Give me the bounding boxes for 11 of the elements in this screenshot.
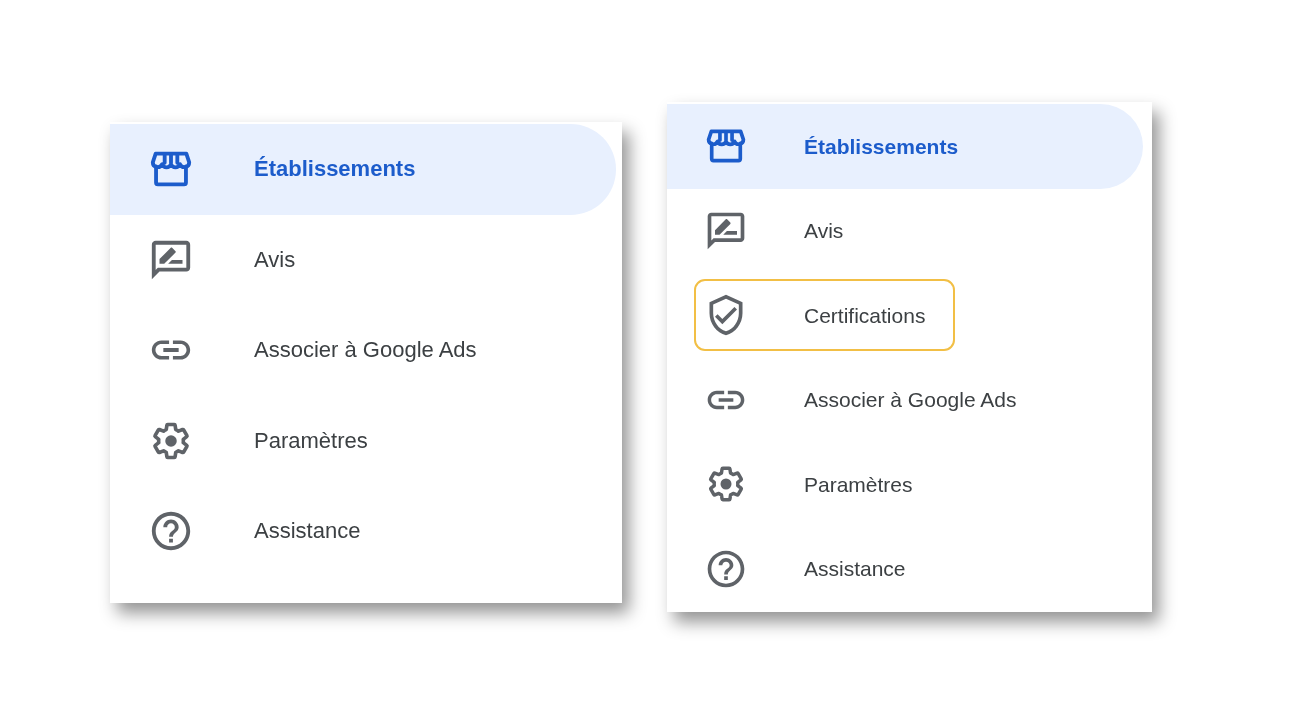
menu-item[interactable]: Associer à Google Ads bbox=[110, 305, 616, 396]
menu-item[interactable]: Assistance bbox=[667, 526, 1143, 611]
menu-item[interactable]: Assistance bbox=[110, 486, 616, 577]
menu-item[interactable]: Avis bbox=[110, 214, 616, 305]
menu-item[interactable]: Certifications bbox=[667, 273, 1143, 358]
menu-item[interactable]: Paramètres bbox=[667, 442, 1143, 527]
menu-item[interactable]: Établissements bbox=[667, 104, 1143, 189]
menu-item[interactable]: Paramètres bbox=[110, 395, 616, 486]
menu-item[interactable]: Établissements bbox=[110, 124, 616, 215]
menu-item[interactable]: Avis bbox=[667, 188, 1143, 273]
menu-item[interactable]: Associer à Google Ads bbox=[667, 357, 1143, 442]
